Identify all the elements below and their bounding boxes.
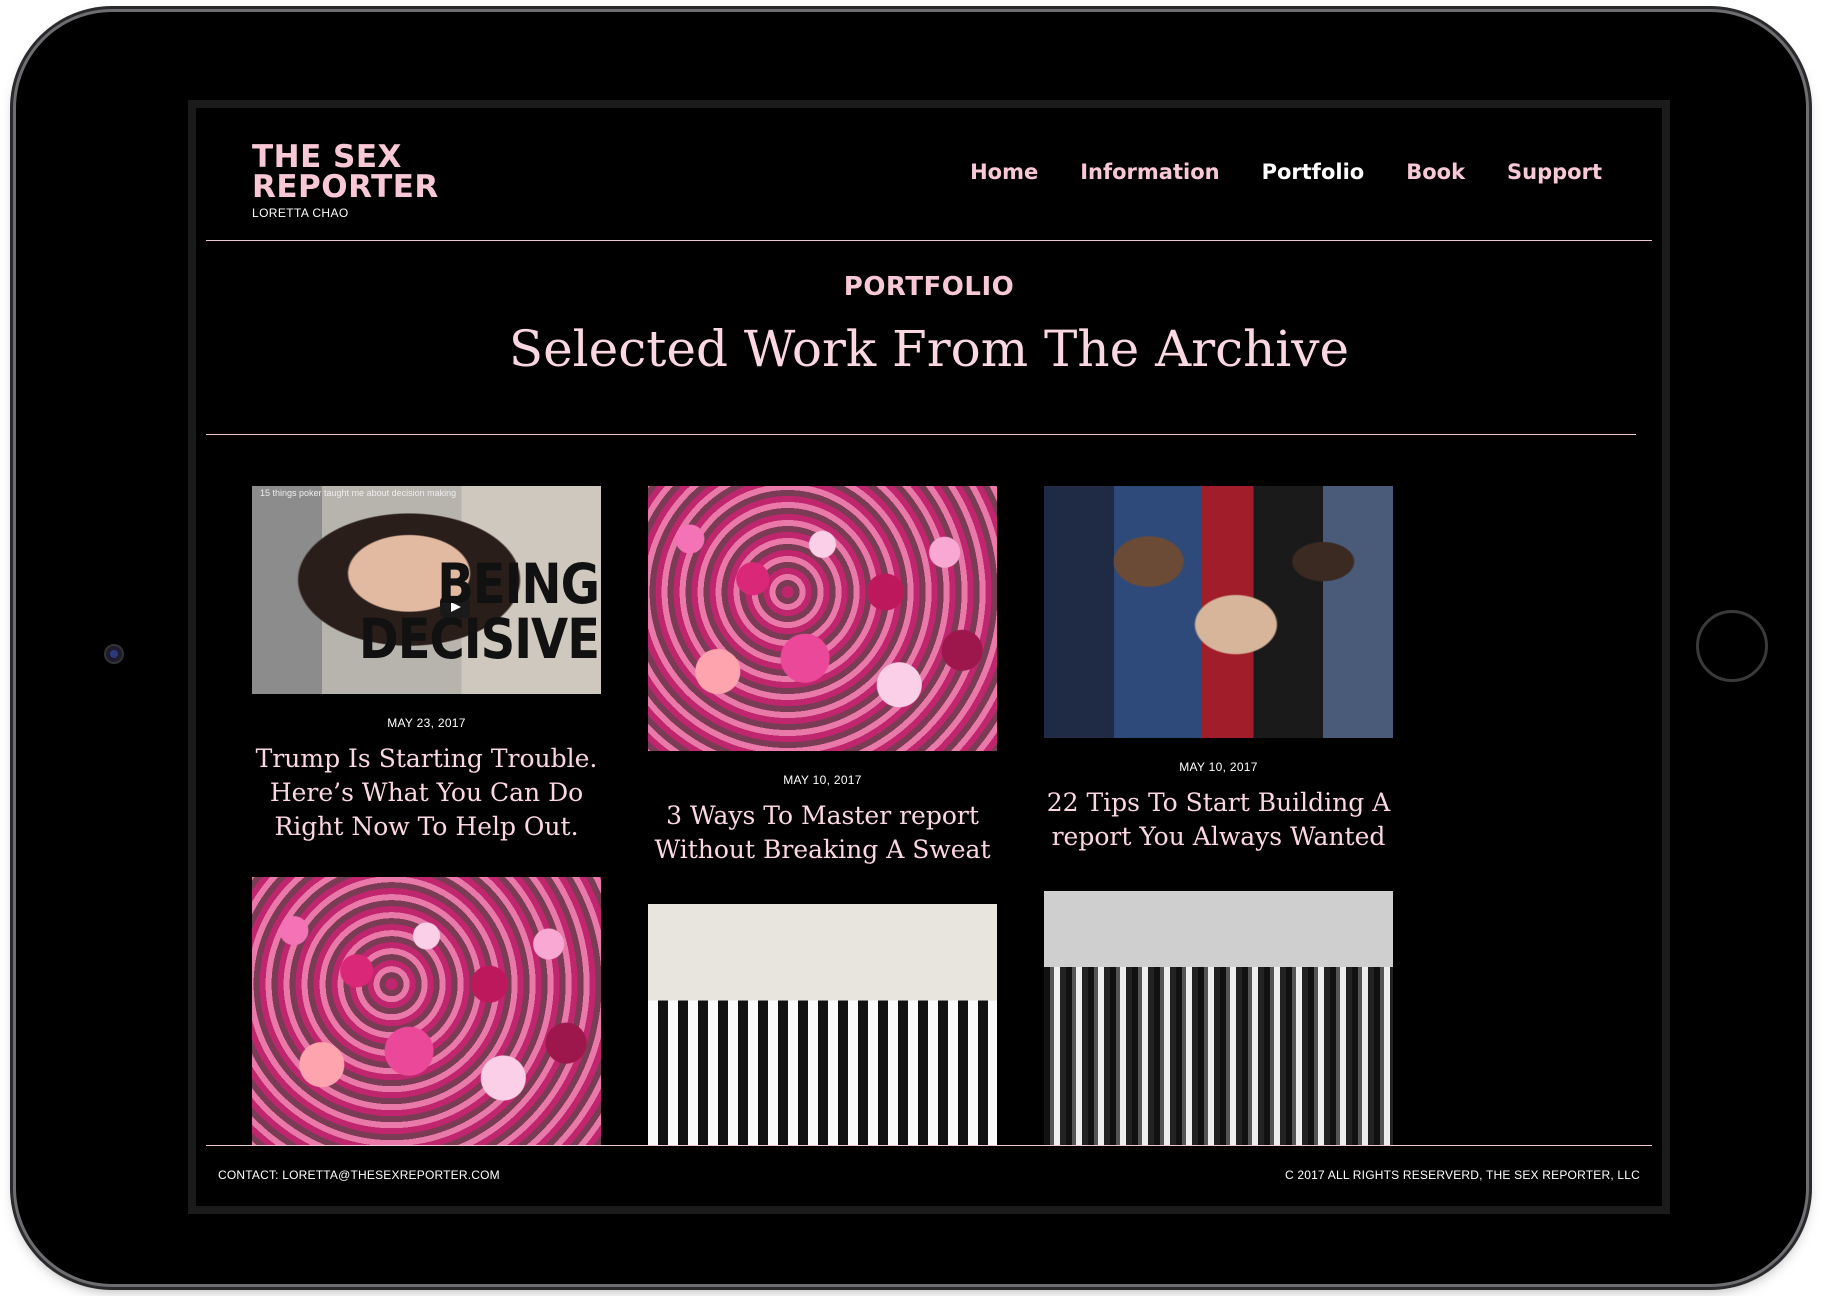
front-camera-icon [104,644,124,664]
post-card[interactable]: MAY 10, 2017 22 Tips To Start Building A… [1044,486,1393,854]
site-footer: CONTACT: LORETTA@THESEXREPORTER.COM C 20… [218,1168,1640,1182]
ipad-frame: THE SEX REPORTER LORETTA CHAO Home Infor… [16,12,1806,1284]
website-screen: THE SEX REPORTER LORETTA CHAO Home Infor… [188,100,1670,1214]
post-image[interactable] [252,877,601,1145]
nav-book[interactable]: Book [1406,160,1465,184]
video-overlay-text: BEING DECISIVE [358,552,600,672]
title-divider [206,434,1636,435]
post-title[interactable]: 22 Tips To Start Building A report You A… [1044,786,1393,854]
nav-portfolio[interactable]: Portfolio [1262,160,1365,184]
logo-subtitle: LORETTA CHAO [252,206,349,220]
footer-copyright: C 2017 ALL RIGHTS RESERVERD, THE SEX REP… [1284,1168,1640,1182]
home-button[interactable] [1696,610,1768,682]
main-nav: Home Information Portfolio Book Support [970,160,1602,184]
site-header: THE SEX REPORTER LORETTA CHAO Home Infor… [188,100,1670,240]
post-card[interactable]: 15 things poker taught me about decision… [252,486,601,844]
post-date: MAY 10, 2017 [783,773,862,787]
section-eyebrow: PORTFOLIO [843,272,1015,302]
post-title[interactable]: Trump Is Starting Trouble. Here’s What Y… [252,742,601,844]
footer-divider [206,1145,1652,1146]
post-image[interactable] [648,486,997,751]
post-title[interactable]: 3 Ways To Master report Without Breaking… [648,799,997,867]
site-logo[interactable]: THE SEX REPORTER LORETTA CHAO [252,139,492,221]
post-image[interactable] [1044,891,1393,1145]
video-caption: 15 things poker taught me about decision… [260,488,457,498]
post-date: MAY 23, 2017 [387,716,466,730]
nav-information[interactable]: Information [1080,160,1219,184]
logo-title: THE SEX REPORTER [252,139,439,205]
nav-support[interactable]: Support [1507,160,1602,184]
post-image[interactable] [648,904,997,1145]
nav-home[interactable]: Home [970,160,1038,184]
footer-contact[interactable]: CONTACT: LORETTA@THESEXREPORTER.COM [218,1168,500,1182]
post-video-thumbnail[interactable]: 15 things poker taught me about decision… [252,486,601,694]
page-title: Selected Work From The Archive [508,320,1350,378]
post-card[interactable]: MAY 10, 2017 3 Ways To Master report Wit… [648,486,997,867]
header-divider [206,240,1652,241]
post-image[interactable] [1044,486,1393,738]
post-date: MAY 10, 2017 [1179,760,1258,774]
